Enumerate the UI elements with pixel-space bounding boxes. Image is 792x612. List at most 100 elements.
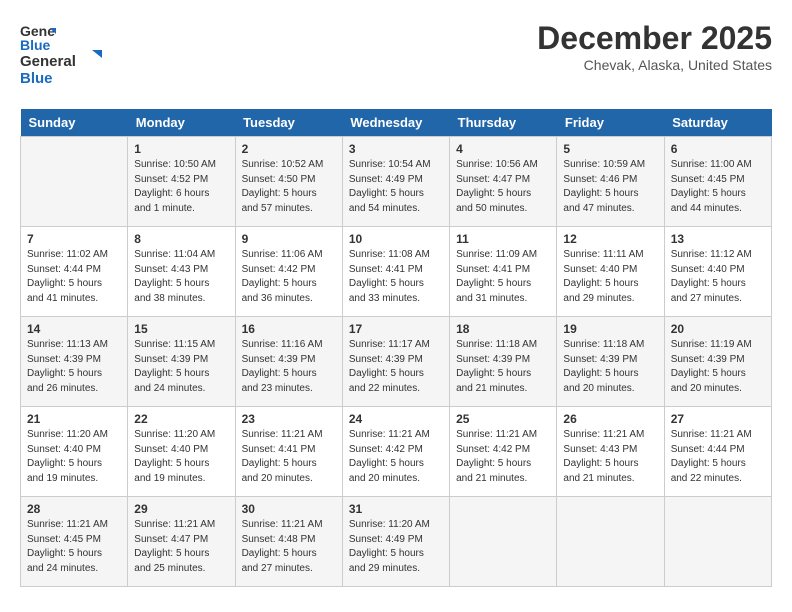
calendar-week-row: 7 Sunrise: 11:02 AM Sunset: 4:44 PM Dayli…	[21, 227, 772, 317]
day-info: Sunrise: 10:52 AM Sunset: 4:50 PM Daylig…	[242, 158, 336, 216]
day-info: Sunrise: 11:11 AM Sunset: 4:40 PM Daylig…	[563, 248, 657, 306]
day-info: Sunrise: 11:21 AM Sunset: 4:45 PM Daylig…	[27, 518, 121, 576]
calendar-cell: 3 Sunrise: 10:54 AM Sunset: 4:49 PM Dayli…	[342, 137, 449, 227]
day-number: 24	[349, 412, 443, 426]
day-info: Sunrise: 11:20 AM Sunset: 4:40 PM Daylig…	[134, 428, 228, 486]
day-info: Sunrise: 11:20 AM Sunset: 4:49 PM Daylig…	[349, 518, 443, 576]
day-number: 13	[671, 232, 765, 246]
day-info: Sunrise: 11:20 AM Sunset: 4:40 PM Daylig…	[27, 428, 121, 486]
calendar-cell: 19 Sunrise: 11:18 AM Sunset: 4:39 PM Dayl…	[557, 317, 664, 407]
calendar-cell: 23 Sunrise: 11:21 AM Sunset: 4:41 PM Dayl…	[235, 407, 342, 497]
day-number: 21	[27, 412, 121, 426]
day-number: 19	[563, 322, 657, 336]
calendar-cell: 25 Sunrise: 11:21 AM Sunset: 4:42 PM Dayl…	[450, 407, 557, 497]
calendar-cell: 12 Sunrise: 11:11 AM Sunset: 4:40 PM Dayl…	[557, 227, 664, 317]
day-info: Sunrise: 11:19 AM Sunset: 4:39 PM Daylig…	[671, 338, 765, 396]
calendar-cell: 10 Sunrise: 11:08 AM Sunset: 4:41 PM Dayl…	[342, 227, 449, 317]
day-number: 5	[563, 142, 657, 156]
day-info: Sunrise: 11:21 AM Sunset: 4:43 PM Daylig…	[563, 428, 657, 486]
day-number: 25	[456, 412, 550, 426]
day-number: 14	[27, 322, 121, 336]
day-info: Sunrise: 11:15 AM Sunset: 4:39 PM Daylig…	[134, 338, 228, 396]
svg-text:Blue: Blue	[20, 70, 53, 87]
weekday-header-monday: Monday	[128, 109, 235, 137]
day-info: Sunrise: 11:06 AM Sunset: 4:42 PM Daylig…	[242, 248, 336, 306]
calendar-week-row: 14Sunrise: 11:13 AM Sunset: 4:39 PM Dayl…	[21, 317, 772, 407]
calendar-cell	[664, 497, 771, 587]
month-year-title: December 2025	[537, 20, 772, 57]
calendar-table: SundayMondayTuesdayWednesdayThursdayFrid…	[20, 109, 772, 587]
day-number: 10	[349, 232, 443, 246]
day-info: Sunrise: 10:50 AM Sunset: 4:52 PM Daylig…	[134, 158, 228, 216]
calendar-cell	[557, 497, 664, 587]
calendar-week-row: 1Sunrise: 10:50 AM Sunset: 4:52 PM Dayli…	[21, 137, 772, 227]
day-info: Sunrise: 11:21 AM Sunset: 4:42 PM Daylig…	[349, 428, 443, 486]
day-number: 3	[349, 142, 443, 156]
day-info: Sunrise: 11:18 AM Sunset: 4:39 PM Daylig…	[456, 338, 550, 396]
day-info: Sunrise: 10:59 AM Sunset: 4:46 PM Daylig…	[563, 158, 657, 216]
day-info: Sunrise: 11:04 AM Sunset: 4:43 PM Daylig…	[134, 248, 228, 306]
day-number: 8	[134, 232, 228, 246]
calendar-cell: 2 Sunrise: 10:52 AM Sunset: 4:50 PM Dayli…	[235, 137, 342, 227]
day-number: 11	[456, 232, 550, 246]
day-number: 18	[456, 322, 550, 336]
calendar-cell: 8 Sunrise: 11:04 AM Sunset: 4:43 PM Dayli…	[128, 227, 235, 317]
day-info: Sunrise: 11:21 AM Sunset: 4:47 PM Daylig…	[134, 518, 228, 576]
day-number: 2	[242, 142, 336, 156]
page-header: General Blue General Blue December 2025 …	[20, 20, 772, 93]
day-number: 31	[349, 502, 443, 516]
day-number: 12	[563, 232, 657, 246]
day-number: 22	[134, 412, 228, 426]
weekday-header-thursday: Thursday	[450, 109, 557, 137]
calendar-week-row: 21 Sunrise: 11:20 AM Sunset: 4:40 PM Dayl…	[21, 407, 772, 497]
location-subtitle: Chevak, Alaska, United States	[537, 57, 772, 73]
day-number: 29	[134, 502, 228, 516]
day-info: Sunrise: 11:00 AM Sunset: 4:45 PM Daylig…	[671, 158, 765, 216]
weekday-header-saturday: Saturday	[664, 109, 771, 137]
day-info: Sunrise: 11:21 AM Sunset: 4:48 PM Daylig…	[242, 518, 336, 576]
calendar-cell: 31 Sunrise: 11:20 AM Sunset: 4:49 PM Dayl…	[342, 497, 449, 587]
weekday-header-sunday: Sunday	[21, 109, 128, 137]
weekday-header-tuesday: Tuesday	[235, 109, 342, 137]
calendar-cell: 22 Sunrise: 11:20 AM Sunset: 4:40 PM Dayl…	[128, 407, 235, 497]
day-info: Sunrise: 11:08 AM Sunset: 4:41 PM Daylig…	[349, 248, 443, 306]
calendar-cell: 9 Sunrise: 11:06 AM Sunset: 4:42 PM Dayli…	[235, 227, 342, 317]
day-number: 23	[242, 412, 336, 426]
calendar-week-row: 28 Sunrise: 11:21 AM Sunset: 4:45 PM Dayl…	[21, 497, 772, 587]
day-number: 16	[242, 322, 336, 336]
svg-text:General: General	[20, 53, 76, 70]
day-info: Sunrise: 11:17 AM Sunset: 4:39 PM Daylig…	[349, 338, 443, 396]
day-number: 9	[242, 232, 336, 246]
calendar-cell: 26Sunrise: 11:21 AM Sunset: 4:43 PM Dayl…	[557, 407, 664, 497]
day-info: Sunrise: 10:54 AM Sunset: 4:49 PM Daylig…	[349, 158, 443, 216]
calendar-cell: 6Sunrise: 11:00 AM Sunset: 4:45 PM Dayli…	[664, 137, 771, 227]
day-number: 28	[27, 502, 121, 516]
calendar-cell	[21, 137, 128, 227]
day-info: Sunrise: 11:12 AM Sunset: 4:40 PM Daylig…	[671, 248, 765, 306]
day-info: Sunrise: 11:21 AM Sunset: 4:41 PM Daylig…	[242, 428, 336, 486]
calendar-cell: 30 Sunrise: 11:21 AM Sunset: 4:48 PM Dayl…	[235, 497, 342, 587]
calendar-cell: 24 Sunrise: 11:21 AM Sunset: 4:42 PM Dayl…	[342, 407, 449, 497]
calendar-cell: 13 Sunrise: 11:12 AM Sunset: 4:40 PM Dayl…	[664, 227, 771, 317]
calendar-cell: 16 Sunrise: 11:16 AM Sunset: 4:39 PM Dayl…	[235, 317, 342, 407]
day-number: 17	[349, 322, 443, 336]
day-number: 27	[671, 412, 765, 426]
logo: General Blue General Blue	[20, 20, 110, 93]
calendar-cell	[450, 497, 557, 587]
calendar-cell: 17 Sunrise: 11:17 AM Sunset: 4:39 PM Dayl…	[342, 317, 449, 407]
calendar-cell: 27Sunrise: 11:21 AM Sunset: 4:44 PM Dayl…	[664, 407, 771, 497]
calendar-cell: 18 Sunrise: 11:18 AM Sunset: 4:39 PM Dayl…	[450, 317, 557, 407]
day-number: 30	[242, 502, 336, 516]
day-info: Sunrise: 11:18 AM Sunset: 4:39 PM Daylig…	[563, 338, 657, 396]
calendar-cell: 14Sunrise: 11:13 AM Sunset: 4:39 PM Dayl…	[21, 317, 128, 407]
day-number: 20	[671, 322, 765, 336]
calendar-cell: 5 Sunrise: 10:59 AM Sunset: 4:46 PM Dayli…	[557, 137, 664, 227]
calendar-cell: 20 Sunrise: 11:19 AM Sunset: 4:39 PM Dayl…	[664, 317, 771, 407]
calendar-cell: 4Sunrise: 10:56 AM Sunset: 4:47 PM Dayli…	[450, 137, 557, 227]
day-info: Sunrise: 11:02 AM Sunset: 4:44 PM Daylig…	[27, 248, 121, 306]
day-number: 7	[27, 232, 121, 246]
weekday-header-friday: Friday	[557, 109, 664, 137]
day-info: Sunrise: 11:16 AM Sunset: 4:39 PM Daylig…	[242, 338, 336, 396]
day-info: Sunrise: 11:21 AM Sunset: 4:42 PM Daylig…	[456, 428, 550, 486]
calendar-cell: 11Sunrise: 11:09 AM Sunset: 4:41 PM Dayl…	[450, 227, 557, 317]
